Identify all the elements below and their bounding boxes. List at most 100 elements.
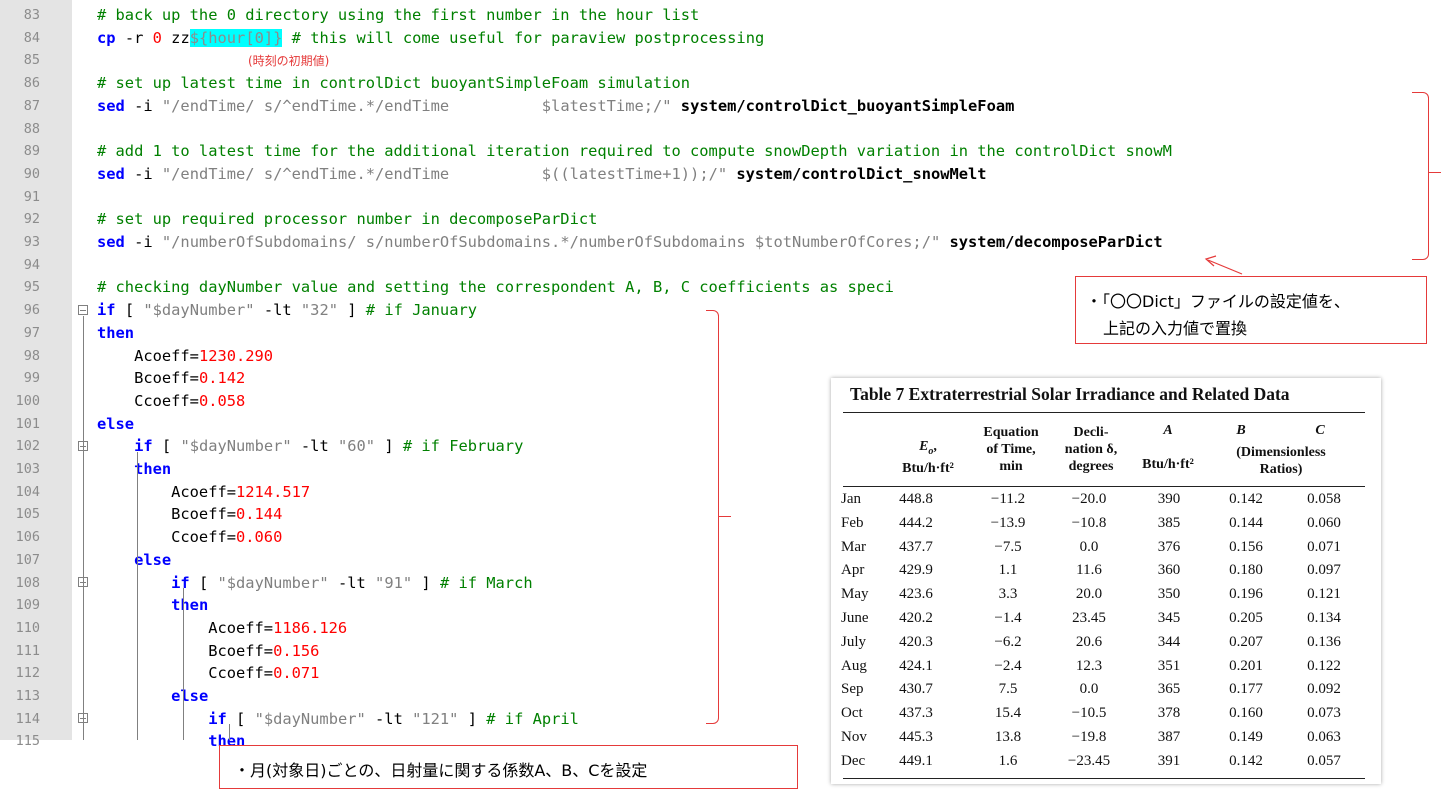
table-row: June 420.2 −1.4 23.45 345 0.205 0.134: [831, 610, 1381, 634]
code-token: # if March: [430, 573, 533, 592]
line-number: 104: [15, 483, 40, 500]
line-number: 85: [23, 52, 40, 69]
code-line[interactable]: 89 # add 1 to latest time for the additio…: [0, 140, 1441, 163]
code-text: Bcoeff=0.144: [97, 503, 282, 526]
table-header-rule: [843, 486, 1365, 487]
code-token: Ccoeff=: [97, 528, 236, 547]
line-number: 92: [23, 211, 40, 228]
header-eo-subscript: o: [928, 445, 934, 457]
line-number: 108: [15, 574, 40, 591]
code-text: if [ "$dayNumber" -lt "60" ] # if Februa…: [97, 435, 523, 458]
code-text: Acoeff=1214.517: [97, 481, 310, 504]
code-token: 0: [152, 28, 172, 47]
header-eq-line1: Equation: [983, 425, 1039, 440]
value-cell: 385: [1157, 514, 1181, 531]
header-eo: Eo, Btu/h·ft²: [902, 439, 954, 476]
fold-toggle-icon[interactable]: [78, 305, 88, 315]
fold-guide: [83, 316, 84, 740]
code-line[interactable]: 86 # set up latest time in controlDict bu…: [0, 72, 1441, 95]
value-cell: 365: [1157, 681, 1181, 698]
code-line[interactable]: 90 sed -i "/endTime/ s/^endTime.*/endTime…: [0, 163, 1441, 186]
code-token: -i: [134, 164, 162, 183]
value-cell: −6.2: [994, 633, 1022, 650]
line-number: 93: [23, 234, 40, 250]
value-cell: 429.9: [899, 562, 933, 579]
value-cell: 0.071: [1307, 538, 1341, 555]
code-line[interactable]: 84 cp -r 0 zz${hour[0]} # this will come …: [0, 27, 1441, 50]
code-token: "/endTime/ s/^endTime.*/endTime $((lates…: [161, 164, 728, 183]
table-row: May 423.6 3.3 20.0 350 0.196 0.121: [831, 586, 1381, 610]
code-line[interactable]: 83 # back up the 0 directory using the fi…: [0, 4, 1441, 27]
code-token: if: [97, 301, 125, 320]
value-cell: 420.3: [899, 633, 933, 650]
line-number: 99: [23, 370, 40, 387]
solar-irradiance-table: Table 7 Extraterrestrial Solar Irradianc…: [831, 378, 1381, 784]
code-token: "$dayNumber": [254, 709, 366, 728]
code-text: else: [97, 685, 208, 708]
code-text: # back up the 0 directory using the firs…: [97, 4, 699, 27]
code-text: Acoeff=1230.290: [97, 345, 273, 368]
code-token: "/numberOfSubdomains/ s/numberOfSubdomai…: [161, 233, 941, 251]
value-cell: 437.3: [899, 705, 933, 722]
value-cell: 420.2: [899, 610, 933, 626]
code-text: Ccoeff=0.058: [97, 390, 245, 413]
value-cell: 0.196: [1229, 586, 1263, 603]
line-number: 107: [15, 551, 40, 568]
value-cell: 350: [1157, 586, 1181, 603]
value-cell: −11.2: [990, 491, 1026, 507]
table-row: July 420.3 −6.2 20.6 344 0.207 0.136: [831, 634, 1381, 658]
code-line[interactable]: 92 # set up required processor number in …: [0, 208, 1441, 231]
header-bc-line3: Ratios): [1259, 462, 1303, 477]
code-token: -r: [124, 28, 153, 47]
code-token: "$dayNumber": [180, 437, 292, 456]
code-token: Acoeff=: [97, 618, 274, 637]
code-token: # back up the 0 directory using the firs…: [97, 6, 700, 24]
value-cell: 390: [1157, 491, 1181, 507]
code-line[interactable]: 88: [0, 118, 1441, 141]
value-cell: 360: [1157, 562, 1181, 579]
code-line[interactable]: 87 sed -i "/endTime/ s/^endTime.*/endTime…: [0, 95, 1441, 118]
fold-guide: [137, 452, 138, 740]
code-text: Ccoeff=0.060: [97, 526, 282, 549]
code-token: -lt: [328, 573, 376, 592]
table-row: Oct 437.3 15.4 −10.5 378 0.160 0.073: [831, 705, 1381, 729]
code-line[interactable]: 93 sed -i "/numberOfSubdomains/ s/numberO…: [0, 231, 1441, 254]
value-cell: 424.1: [899, 657, 933, 674]
code-token: -lt: [365, 709, 413, 728]
value-cell: 0.134: [1307, 610, 1341, 626]
table-row: Dec 449.1 1.6 −23.45 391 0.142 0.057: [831, 753, 1381, 777]
value-cell: 12.3: [1075, 657, 1103, 674]
code-token: -i: [134, 233, 162, 251]
code-text: sed -i "/endTime/ s/^endTime.*/endTime $…: [97, 95, 1014, 118]
value-cell: 0.205: [1229, 610, 1263, 626]
code-token: system/controlDict_snowMelt: [727, 164, 987, 183]
line-number: 106: [15, 529, 40, 546]
value-cell: 0.144: [1229, 514, 1263, 531]
header-dec-line1: Decli-: [1073, 425, 1109, 440]
value-cell: 0.156: [1229, 538, 1263, 555]
month-cell: Sep: [841, 681, 864, 698]
month-cell: June: [841, 610, 869, 626]
code-token: "60": [337, 437, 376, 456]
value-cell: −13.9: [990, 514, 1026, 531]
code-token: "32": [300, 301, 338, 320]
value-cell: 0.180: [1229, 562, 1263, 579]
line-number: 83: [23, 7, 40, 23]
line-number: 113: [15, 688, 40, 704]
value-cell: −19.8: [1071, 729, 1107, 745]
code-line[interactable]: 98 Acoeff=1230.290: [0, 345, 1441, 368]
fold-guide: [229, 724, 230, 740]
code-token: if: [134, 437, 162, 456]
header-dimensionless-ratios: (Dimensionless Ratios): [1206, 444, 1356, 478]
value-cell: 0.0: [1079, 681, 1099, 698]
code-line[interactable]: 85: [0, 49, 1441, 72]
code-token: 1214.517: [236, 482, 311, 501]
value-cell: 13.8: [994, 729, 1022, 745]
code-token: else: [171, 687, 209, 705]
code-line[interactable]: 91: [0, 186, 1441, 209]
code-token: cp: [97, 28, 125, 47]
line-number: 87: [23, 97, 40, 114]
